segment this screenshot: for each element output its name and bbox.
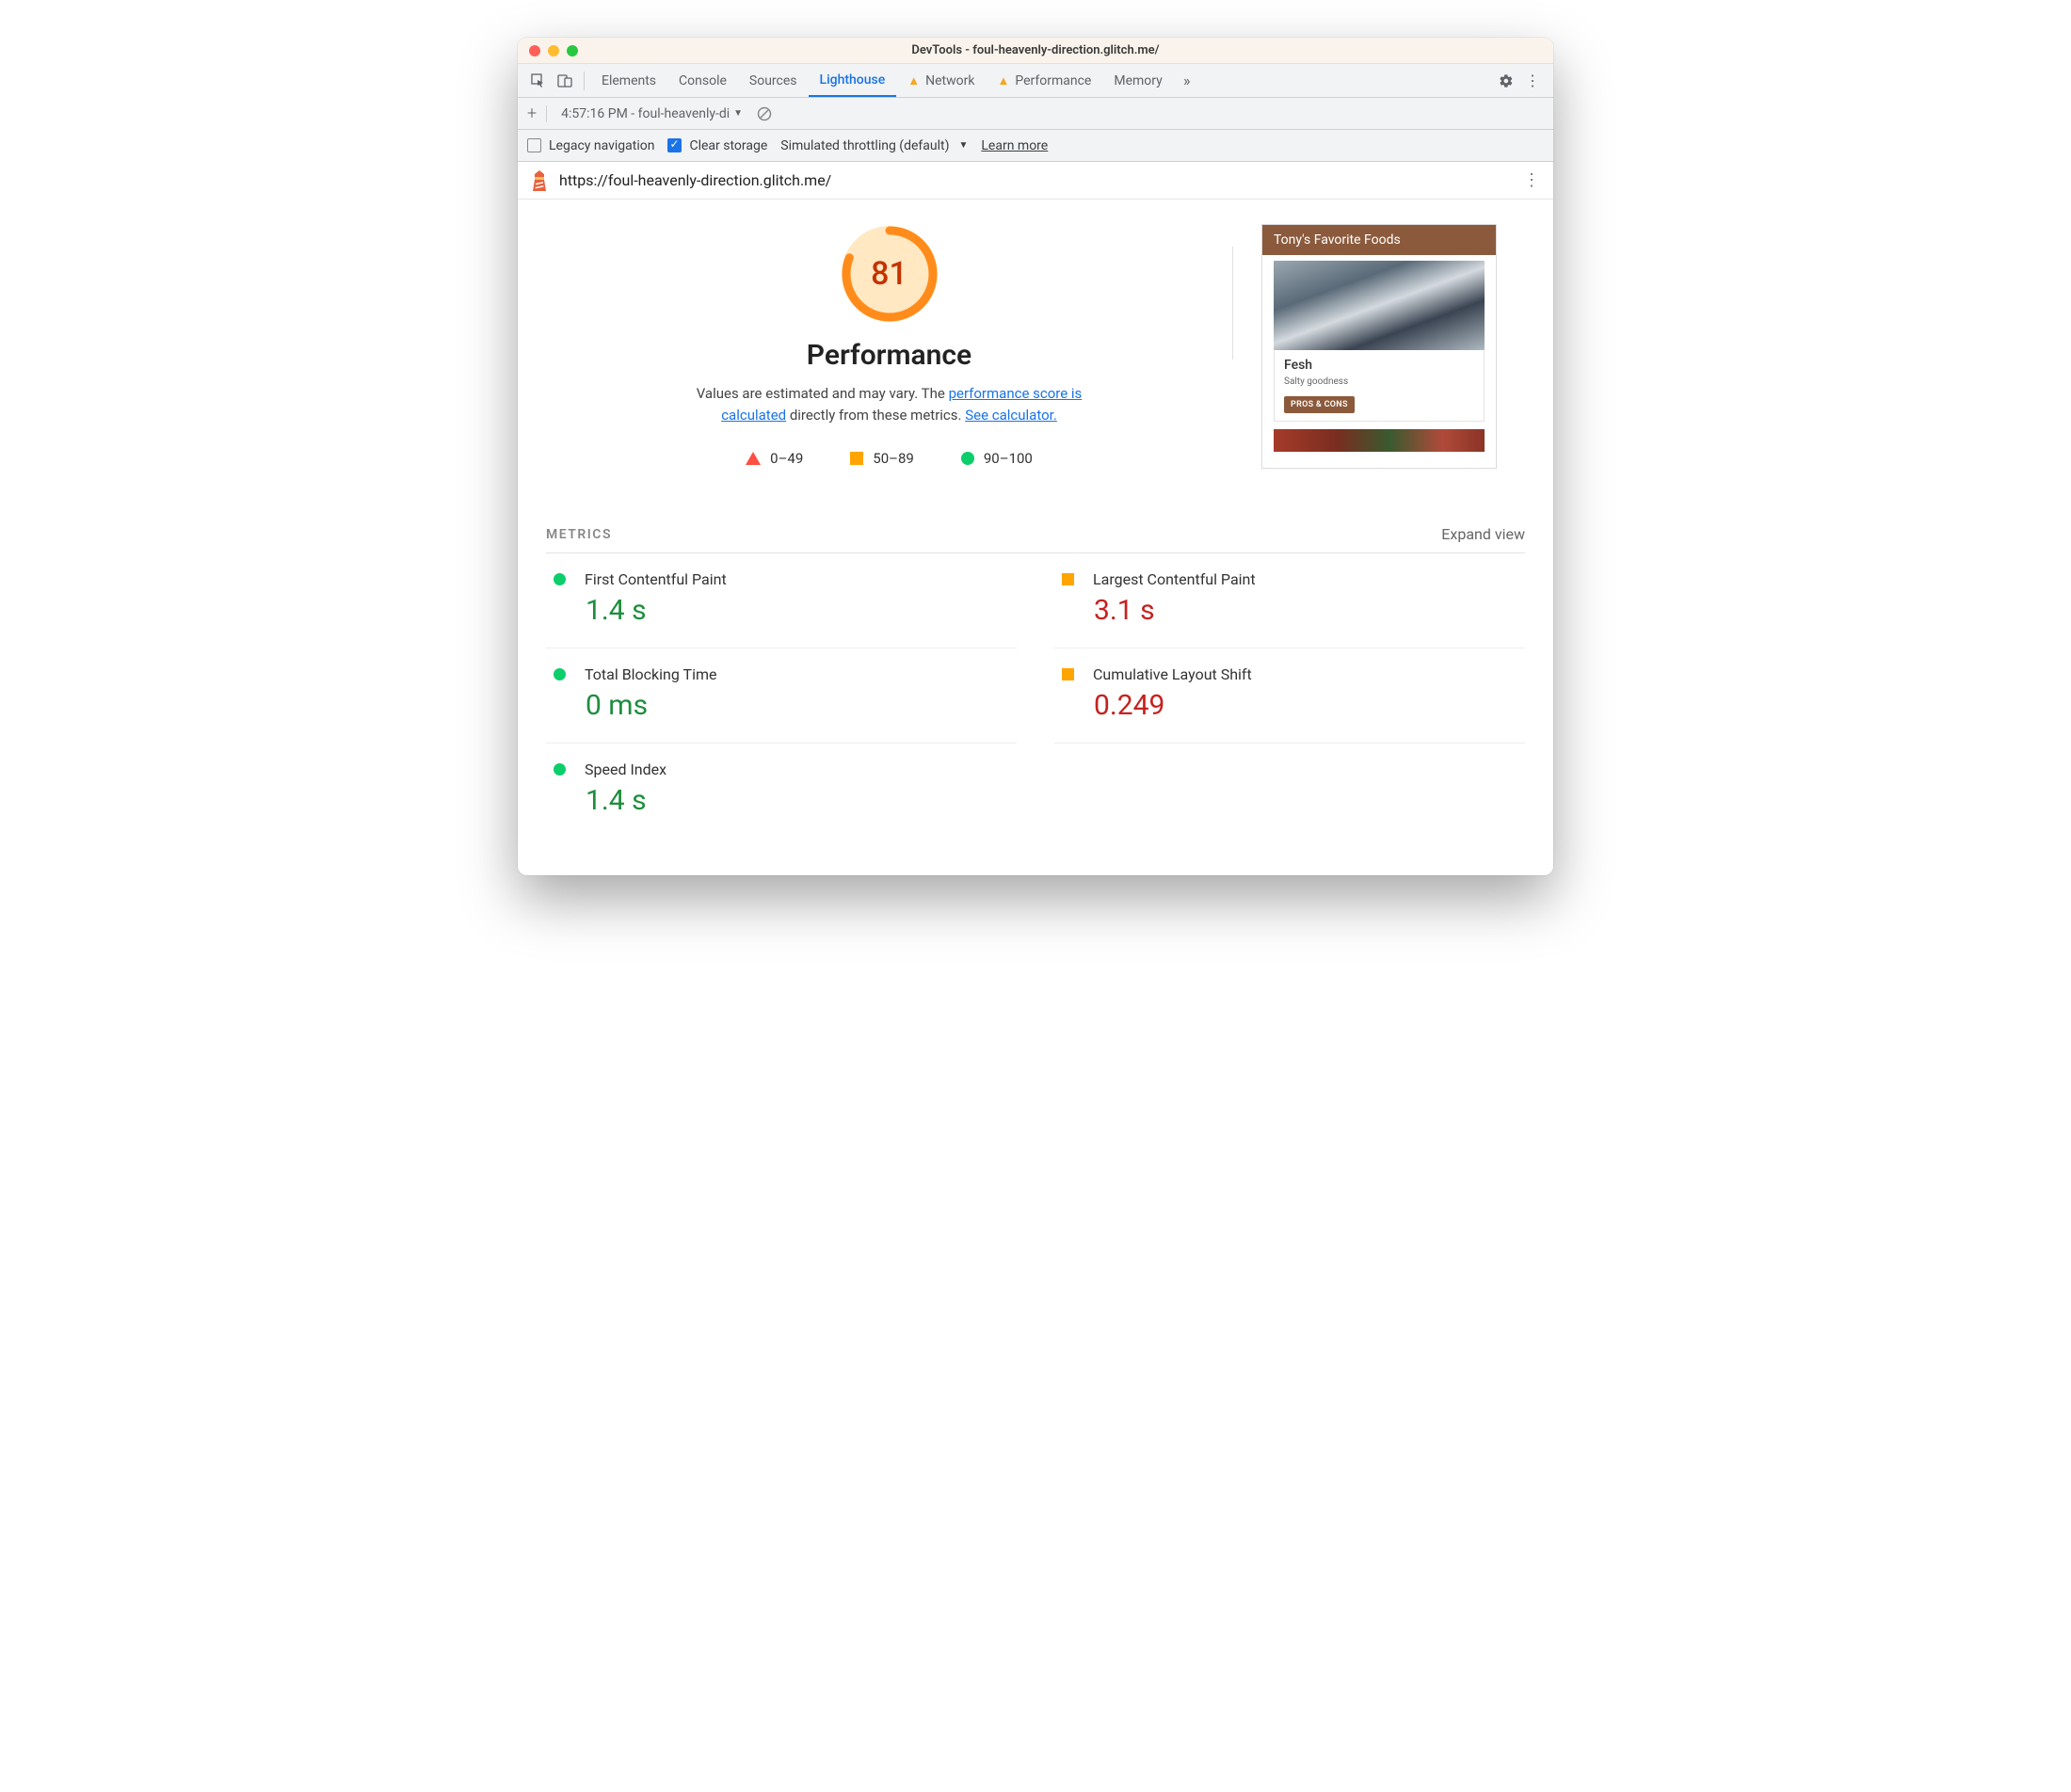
see-calculator-link[interactable]: See calculator. xyxy=(965,407,1057,424)
learn-more-link[interactable]: Learn more xyxy=(981,138,1048,153)
performance-description: Values are estimated and may vary. The p… xyxy=(682,383,1097,425)
status-dot-icon xyxy=(554,668,566,680)
circle-icon xyxy=(961,452,974,465)
triangle-icon xyxy=(746,452,761,465)
legacy-nav-checkbox[interactable]: Legacy navigation xyxy=(527,138,654,153)
devtools-tabbar: Elements Console Sources Lighthouse ▲Net… xyxy=(518,64,1553,98)
window-title: DevTools - foul-heavenly-direction.glitc… xyxy=(518,43,1553,57)
report-urlbar: https://foul-heavenly-direction.glitch.m… xyxy=(518,162,1553,200)
page-preview: Tony's Favorite Foods Fesh Salty goodnes… xyxy=(1233,218,1525,469)
settings-gear-icon[interactable] xyxy=(1493,68,1519,94)
checkbox-icon xyxy=(527,138,541,152)
titlebar: DevTools - foul-heavenly-direction.glitc… xyxy=(518,38,1553,64)
preview-item-name: Fesh xyxy=(1284,358,1474,373)
warning-icon: ▲ xyxy=(997,73,1009,88)
legend-fail: 0–49 xyxy=(746,450,803,467)
metrics-title: METRICS xyxy=(546,527,612,542)
report-content: 81 Performance Values are estimated and … xyxy=(518,200,1553,875)
preview-image xyxy=(1274,261,1485,350)
performance-gauge[interactable]: 81 xyxy=(842,226,938,322)
metric-cls[interactable]: Cumulative Layout Shift 0.249 xyxy=(1054,648,1525,744)
inspect-element-icon[interactable] xyxy=(525,68,552,94)
lighthouse-logo-icon xyxy=(531,170,548,191)
legend-pass: 90–100 xyxy=(961,450,1033,467)
metric-value: 0.249 xyxy=(1094,689,1525,722)
score-column: 81 Performance Values are estimated and … xyxy=(546,218,1232,469)
clear-storage-checkbox[interactable]: Clear storage xyxy=(667,138,767,153)
tab-lighthouse[interactable]: Lighthouse xyxy=(809,64,897,97)
metrics-grid: First Contentful Paint 1.4 s Largest Con… xyxy=(546,553,1525,838)
metric-value: 1.4 s xyxy=(586,594,1017,627)
metric-tbt[interactable]: Total Blocking Time 0 ms xyxy=(546,648,1017,744)
preview-pros-cons-button: PROS & CONS xyxy=(1284,396,1355,413)
status-dot-icon xyxy=(554,763,566,776)
throttling-dropdown[interactable]: Simulated throttling (default) ▼ xyxy=(780,138,968,153)
metric-value: 3.1 s xyxy=(1094,594,1525,627)
report-menu-icon[interactable]: ⋮ xyxy=(1523,170,1540,190)
devtools-window: DevTools - foul-heavenly-direction.glitc… xyxy=(518,38,1553,875)
expand-view-toggle[interactable]: Expand view xyxy=(1441,525,1525,543)
preview-strip xyxy=(1274,429,1485,452)
more-tabs-icon[interactable]: » xyxy=(1174,68,1200,94)
metric-fcp[interactable]: First Contentful Paint 1.4 s xyxy=(546,553,1017,648)
lighthouse-options: Legacy navigation Clear storage Simulate… xyxy=(518,130,1553,162)
checkbox-checked-icon xyxy=(667,138,682,152)
performance-heading: Performance xyxy=(546,339,1232,372)
tab-sources[interactable]: Sources xyxy=(738,64,809,97)
status-dot-icon xyxy=(554,573,566,585)
metrics-header: METRICS Expand view xyxy=(546,525,1525,553)
chevron-down-icon: ▼ xyxy=(733,108,743,119)
status-square-icon xyxy=(1062,668,1074,680)
report-url: https://foul-heavenly-direction.glitch.m… xyxy=(559,171,831,189)
tab-performance[interactable]: ▲Performance xyxy=(986,64,1102,97)
metric-si[interactable]: Speed Index 1.4 s xyxy=(546,744,1017,838)
tab-console[interactable]: Console xyxy=(667,64,738,97)
preview-card: Tony's Favorite Foods Fesh Salty goodnes… xyxy=(1261,224,1497,469)
kebab-menu-icon[interactable]: ⋮ xyxy=(1519,68,1546,94)
report-dropdown[interactable]: 4:57:16 PM - foul-heavenly-di ▼ xyxy=(556,104,747,124)
preview-item: Fesh Salty goodness PROS & CONS xyxy=(1274,350,1485,422)
warning-icon: ▲ xyxy=(907,73,920,88)
tab-network[interactable]: ▲Network xyxy=(896,64,986,97)
new-report-button[interactable]: + xyxy=(527,104,537,123)
device-toolbar-icon[interactable] xyxy=(552,68,578,94)
clear-report-icon[interactable] xyxy=(757,106,772,121)
lighthouse-subbar: + 4:57:16 PM - foul-heavenly-di ▼ xyxy=(518,98,1553,130)
report-label: 4:57:16 PM - foul-heavenly-di xyxy=(561,106,730,121)
chevron-down-icon: ▼ xyxy=(958,140,968,151)
preview-header: Tony's Favorite Foods xyxy=(1262,225,1496,255)
metric-lcp[interactable]: Largest Contentful Paint 3.1 s xyxy=(1054,553,1525,648)
status-square-icon xyxy=(1062,573,1074,585)
metric-value: 0 ms xyxy=(586,689,1017,722)
tab-memory[interactable]: Memory xyxy=(1102,64,1173,97)
score-legend: 0–49 50–89 90–100 xyxy=(546,450,1232,467)
square-icon xyxy=(850,452,863,465)
metric-value: 1.4 s xyxy=(586,784,1017,817)
legend-average: 50–89 xyxy=(850,450,914,467)
preview-item-sub: Salty goodness xyxy=(1284,376,1474,387)
tab-elements[interactable]: Elements xyxy=(590,64,667,97)
